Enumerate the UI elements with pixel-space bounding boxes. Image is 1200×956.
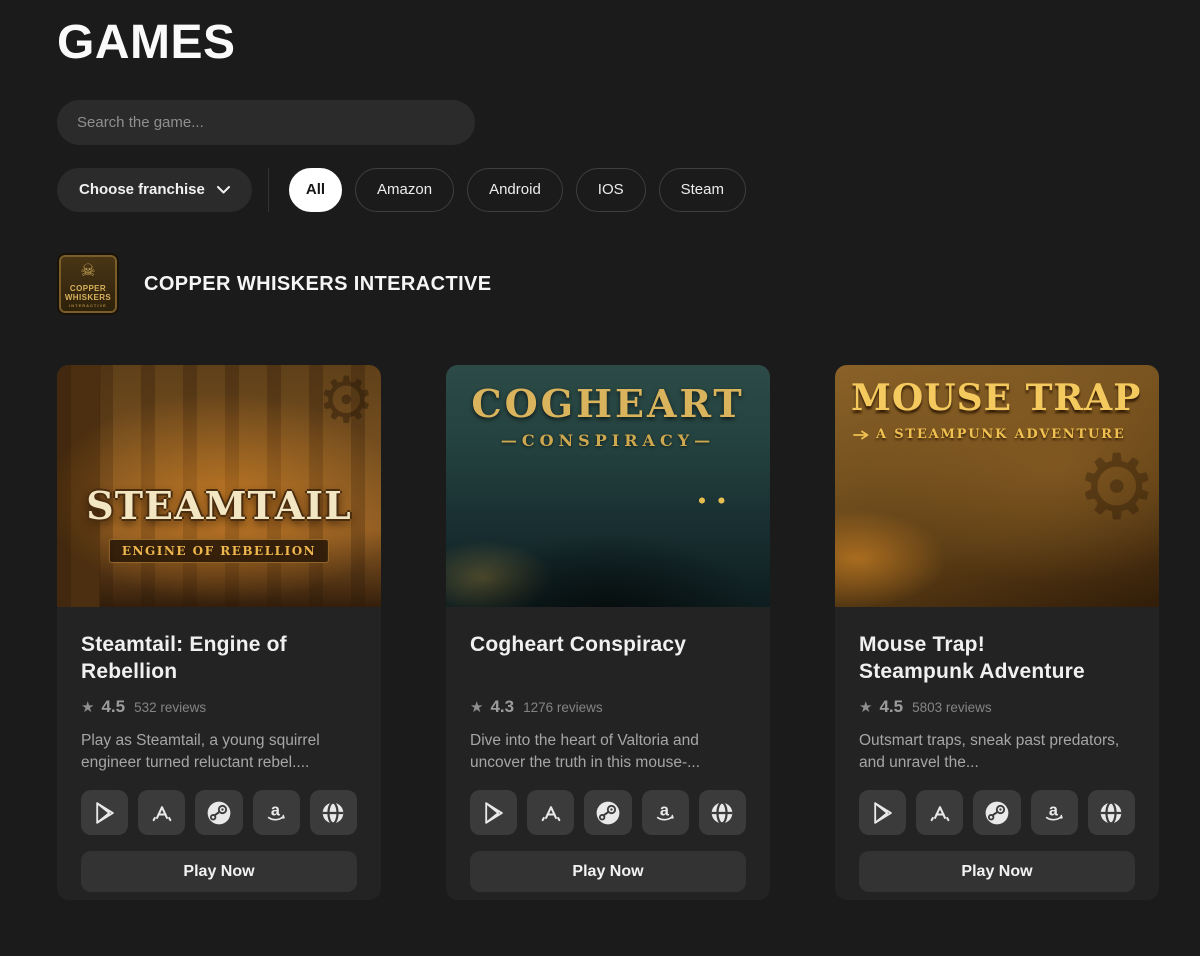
- play-now-button[interactable]: Play Now: [81, 851, 357, 892]
- app-store-icon[interactable]: [916, 790, 963, 835]
- platform-icons-row: a: [470, 790, 746, 835]
- rating-row: ★ 4.5 5803 reviews: [859, 697, 1135, 717]
- google-play-icon[interactable]: [470, 790, 517, 835]
- app-store-icon[interactable]: [138, 790, 185, 835]
- filter-pill-steam[interactable]: Steam: [659, 168, 746, 212]
- svg-text:a: a: [660, 802, 670, 820]
- cover-subtitle: —CONSPIRACY—: [446, 431, 770, 450]
- game-card-steamtail: ⚙ STEAMTAIL ENGINE OF REBELLION Steamtai…: [57, 365, 381, 900]
- amazon-icon[interactable]: a: [642, 790, 689, 835]
- publisher-row: ☠ COPPER WHISKERS INTERACTIVE COPPER WHI…: [57, 253, 1160, 315]
- chevron-down-icon: [217, 186, 230, 194]
- game-description: Dive into the heart of Valtoria and unco…: [470, 730, 746, 773]
- divider: [268, 168, 269, 212]
- amazon-icon[interactable]: a: [1031, 790, 1078, 835]
- game-card-mouse-trap: ⚙ MOUSE TRAP A STEAMPUNK ADVENTURE Mouse…: [835, 365, 1159, 900]
- cover-title: COGHEART: [446, 381, 770, 426]
- amazon-icon[interactable]: a: [253, 790, 300, 835]
- star-icon: ★: [470, 698, 483, 716]
- rating-row: ★ 4.3 1276 reviews: [470, 697, 746, 717]
- franchise-dropdown-label: Choose franchise: [79, 181, 205, 198]
- game-title: Mouse Trap! Steampunk Adventure: [859, 632, 1135, 686]
- search-input[interactable]: [57, 100, 475, 145]
- game-card-cogheart: COGHEART —CONSPIRACY— Cogheart Conspirac…: [446, 365, 770, 900]
- cover-subtitle: A STEAMPUNK ADVENTURE: [876, 427, 1125, 442]
- publisher-logo-text: INTERACTIVE: [69, 303, 107, 308]
- gear-icon: ⚙: [318, 369, 375, 433]
- game-description: Play as Steamtail, a young squirrel engi…: [81, 730, 357, 773]
- play-now-button[interactable]: Play Now: [470, 851, 746, 892]
- platform-icons-row: a: [81, 790, 357, 835]
- card-body: Cogheart Conspiracy ★ 4.3 1276 reviews D…: [446, 607, 770, 900]
- cover-title: STEAMTAIL: [57, 483, 381, 528]
- filter-pill-all[interactable]: All: [289, 168, 342, 212]
- publisher-name: COPPER WHISKERS INTERACTIVE: [144, 273, 492, 296]
- filter-pill-android[interactable]: Android: [467, 168, 563, 212]
- web-globe-icon[interactable]: [1088, 790, 1135, 835]
- publisher-logo-text: COPPER: [70, 284, 106, 293]
- filter-pill-ios[interactable]: IOS: [576, 168, 646, 212]
- review-count: 1276 reviews: [523, 700, 603, 715]
- game-title: Steamtail: Engine of Rebellion: [81, 632, 357, 686]
- publisher-logo[interactable]: ☠ COPPER WHISKERS INTERACTIVE: [57, 253, 119, 315]
- filter-pill-amazon[interactable]: Amazon: [355, 168, 454, 212]
- steam-icon[interactable]: [195, 790, 242, 835]
- cover-subtitle-row: A STEAMPUNK ADVENTURE: [853, 427, 1125, 442]
- rating-value: 4.5: [879, 697, 903, 717]
- game-cover-art[interactable]: COGHEART —CONSPIRACY—: [446, 365, 770, 607]
- game-cover-art[interactable]: ⚙ MOUSE TRAP A STEAMPUNK ADVENTURE: [835, 365, 1159, 607]
- rating-value: 4.3: [490, 697, 514, 717]
- star-icon: ★: [81, 698, 94, 716]
- arrow-icon: [853, 430, 869, 440]
- google-play-icon[interactable]: [81, 790, 128, 835]
- svg-text:a: a: [271, 802, 281, 820]
- mouse-skull-icon: ☠: [80, 262, 95, 279]
- franchise-dropdown[interactable]: Choose franchise: [57, 168, 252, 212]
- review-count: 532 reviews: [134, 700, 206, 715]
- game-cover-art[interactable]: ⚙ STEAMTAIL ENGINE OF REBELLION: [57, 365, 381, 607]
- gear-icon: ⚙: [1076, 443, 1157, 533]
- review-count: 5803 reviews: [912, 700, 992, 715]
- cover-title: MOUSE TRAP: [851, 377, 1141, 419]
- steam-icon[interactable]: [584, 790, 631, 835]
- game-description: Outsmart traps, sneak past predators, an…: [859, 730, 1135, 773]
- filter-row: Choose franchise All Amazon Android IOS …: [57, 167, 1160, 212]
- app-store-icon[interactable]: [527, 790, 574, 835]
- cover-subtitle: ENGINE OF REBELLION: [109, 539, 329, 563]
- steam-icon[interactable]: [973, 790, 1020, 835]
- games-page: GAMES Choose franchise All Amazon Androi…: [57, 18, 1160, 900]
- game-title: Cogheart Conspiracy: [470, 632, 746, 686]
- web-globe-icon[interactable]: [310, 790, 357, 835]
- rating-row: ★ 4.5 532 reviews: [81, 697, 357, 717]
- star-icon: ★: [859, 698, 872, 716]
- web-globe-icon[interactable]: [699, 790, 746, 835]
- card-body: Steamtail: Engine of Rebellion ★ 4.5 532…: [57, 607, 381, 900]
- page-title: GAMES: [57, 18, 1160, 68]
- platform-icons-row: a: [859, 790, 1135, 835]
- publisher-logo-text: WHISKERS: [65, 293, 111, 302]
- rating-value: 4.5: [101, 697, 125, 717]
- game-cards-grid: ⚙ STEAMTAIL ENGINE OF REBELLION Steamtai…: [57, 365, 1160, 900]
- svg-text:a: a: [1049, 802, 1059, 820]
- play-now-button[interactable]: Play Now: [859, 851, 1135, 892]
- card-body: Mouse Trap! Steampunk Adventure ★ 4.5 58…: [835, 607, 1159, 900]
- google-play-icon[interactable]: [859, 790, 906, 835]
